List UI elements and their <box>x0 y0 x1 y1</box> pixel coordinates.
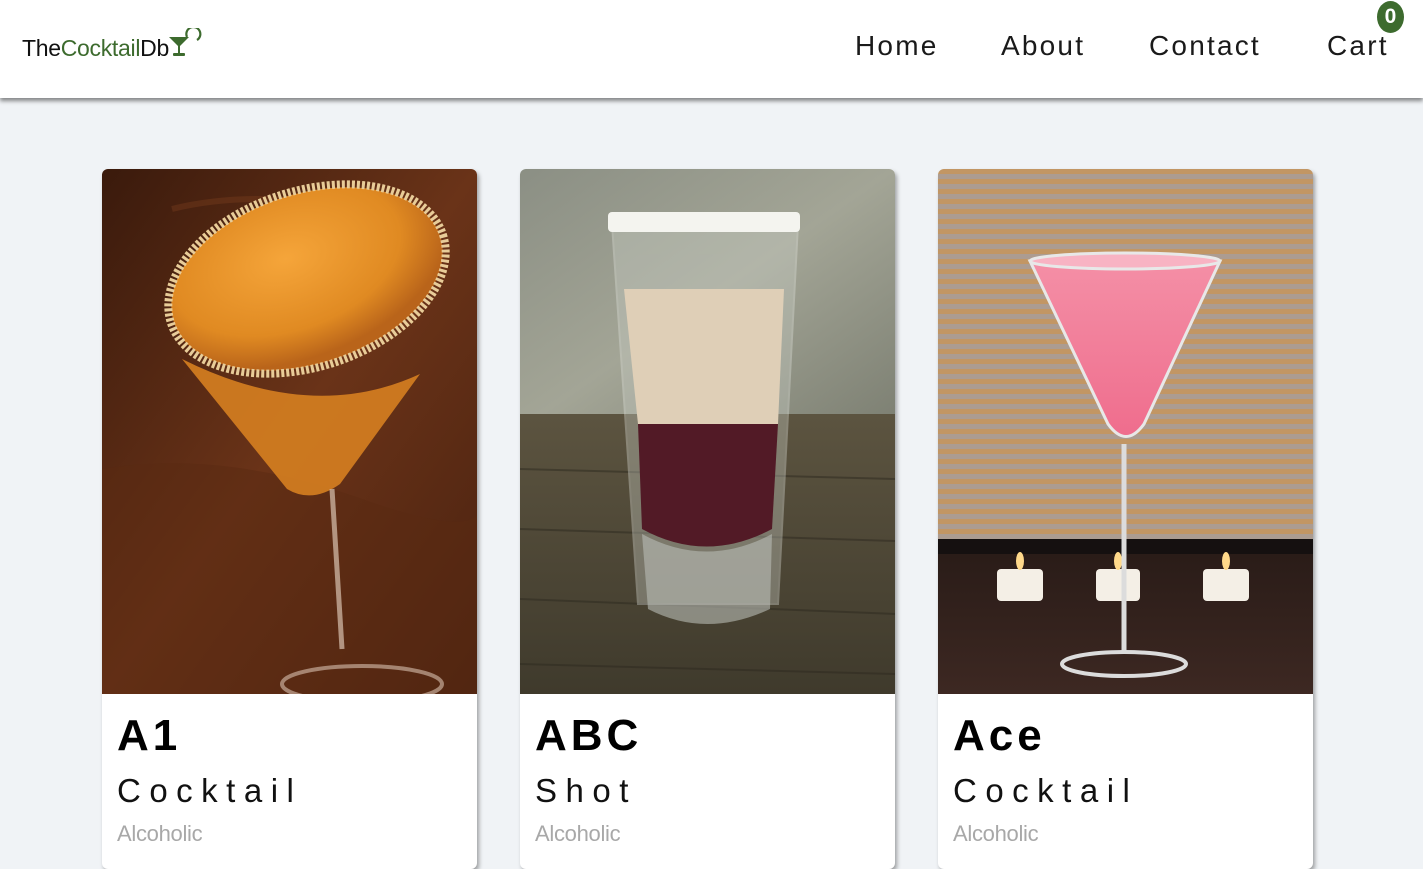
logo-prefix: The <box>22 35 61 61</box>
logo-text: TheCocktailDb <box>22 37 169 60</box>
nav-contact-link[interactable]: Contact <box>1149 30 1261 62</box>
drink-card-abc[interactable]: ABC Shot Alcoholic <box>520 169 895 869</box>
drink-category: Shot <box>535 772 637 809</box>
drink-name: ABC <box>535 711 643 760</box>
drink-image-a1 <box>102 169 477 694</box>
logo-link[interactable]: TheCocktailDb <box>22 28 203 60</box>
logo-accent: Cocktail <box>60 35 141 61</box>
drink-card-a1[interactable]: A1 Cocktail Alcoholic <box>102 169 477 869</box>
drink-alcoholic-label: Alcoholic <box>953 821 1039 846</box>
navbar: TheCocktailDb Home About Contact Cart 0 <box>0 0 1423 98</box>
drink-category: Cocktail <box>953 772 1139 809</box>
drink-category: Cocktail <box>117 772 303 809</box>
cocktail-glass-icon <box>168 28 202 56</box>
drink-alcoholic-label: Alcoholic <box>117 821 203 846</box>
drink-name: Ace <box>953 711 1046 760</box>
drink-card-ace[interactable]: Ace Cocktail Alcoholic <box>938 169 1313 869</box>
logo-suffix: Db <box>140 35 169 61</box>
drink-name: A1 <box>117 711 182 760</box>
nav-home-link[interactable]: Home <box>855 30 939 62</box>
drink-image-abc <box>520 169 895 694</box>
drink-alcoholic-label: Alcoholic <box>535 821 621 846</box>
nav-about-link[interactable]: About <box>1001 30 1085 62</box>
cart-count-badge: 0 <box>1377 1 1404 33</box>
nav-cart-link[interactable]: Cart <box>1327 30 1389 62</box>
drink-image-ace <box>938 169 1313 694</box>
